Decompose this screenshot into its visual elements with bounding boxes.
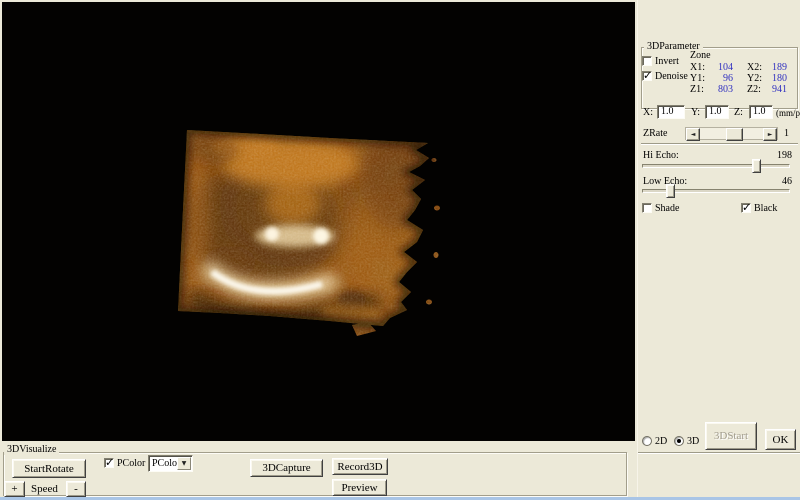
mode-2d-label: 2D (655, 437, 667, 447)
scroll-right-icon[interactable]: ► (763, 128, 777, 141)
visualize-groupbox-title: 3DVisualize (4, 445, 59, 455)
scale-z-input[interactable]: 1.0 (749, 105, 773, 119)
record3d-button[interactable]: Record3D (332, 458, 388, 475)
denoise-checkbox[interactable] (642, 71, 652, 81)
zrate-scrollbar[interactable]: ◄ ► (685, 127, 778, 140)
mode-3d-label: 3D (687, 437, 699, 447)
invert-checkbox[interactable] (642, 56, 652, 66)
zrate-label: ZRate (643, 129, 667, 139)
scale-x-label: X: (643, 108, 653, 118)
render-viewport[interactable] (2, 2, 635, 441)
scale-x-input[interactable]: 1.0 (657, 105, 685, 119)
black-label: Black (754, 204, 777, 214)
zone-z1-label: Z1: (690, 85, 704, 95)
visualize-panel: 3DVisualize StartRotate + Speed - PColor… (0, 441, 637, 500)
ok-button[interactable]: OK (765, 429, 796, 450)
shade-label: Shade (655, 204, 679, 214)
invert-label: Invert (655, 57, 679, 67)
zone-x1-value: 104 (703, 63, 733, 73)
shade-checkbox[interactable] (642, 203, 652, 213)
speed-plus-button[interactable]: + (4, 481, 25, 497)
zone-x2-value: 189 (757, 63, 787, 73)
scale-y-input[interactable]: 1.0 (705, 105, 729, 119)
parameter-panel: 3DParameter Invert Denoise Zone X1: 104 … (637, 0, 800, 500)
app-window: 3DParameter Invert Denoise Zone X1: 104 … (0, 0, 800, 500)
pcolor-label: PColor (117, 459, 145, 469)
zone-z2-value: 941 (757, 85, 787, 95)
hi-echo-value: 198 (758, 151, 792, 161)
hi-echo-label: Hi Echo: (643, 151, 679, 161)
scale-unit-label: (mm/p) (776, 108, 800, 118)
mode-3d-radio[interactable] (674, 436, 684, 446)
low-echo-slider-thumb[interactable] (666, 184, 675, 198)
zone-title: Zone (690, 51, 711, 61)
scale-y-label: Y: (691, 108, 700, 118)
zone-z1-value: 803 (703, 85, 733, 95)
start-rotate-button[interactable]: StartRotate (12, 459, 86, 478)
low-echo-slider-track[interactable] (642, 189, 790, 193)
3dcapture-button[interactable]: 3DCapture (250, 459, 323, 477)
black-checkbox[interactable] (741, 203, 751, 213)
divider (638, 452, 800, 454)
zrate-value: 1 (784, 129, 789, 139)
pcolor-checkbox[interactable] (104, 458, 114, 468)
preview-button[interactable]: Preview (332, 479, 387, 496)
3dstart-button[interactable]: 3DStart (705, 422, 757, 450)
zone-y2-value: 180 (757, 74, 787, 84)
ultrasound-3d-render (2, 2, 635, 441)
divider (641, 143, 798, 145)
scale-z-label: Z: (734, 108, 743, 118)
zrate-scrollbar-thumb[interactable] (726, 128, 743, 141)
scroll-left-icon[interactable]: ◄ (686, 128, 700, 141)
hi-echo-slider-thumb[interactable] (752, 159, 761, 173)
low-echo-value: 46 (758, 177, 792, 187)
chevron-down-icon[interactable]: ▼ (177, 457, 191, 470)
denoise-label: Denoise (655, 72, 688, 82)
speed-label: Speed (31, 484, 58, 494)
speed-minus-button[interactable]: - (66, 481, 86, 497)
hi-echo-slider-track[interactable] (642, 164, 790, 168)
mode-2d-radio[interactable] (642, 436, 652, 446)
zone-y1-value: 96 (703, 74, 733, 84)
pcolor-dropdown[interactable]: PColor ▼ (148, 455, 193, 472)
